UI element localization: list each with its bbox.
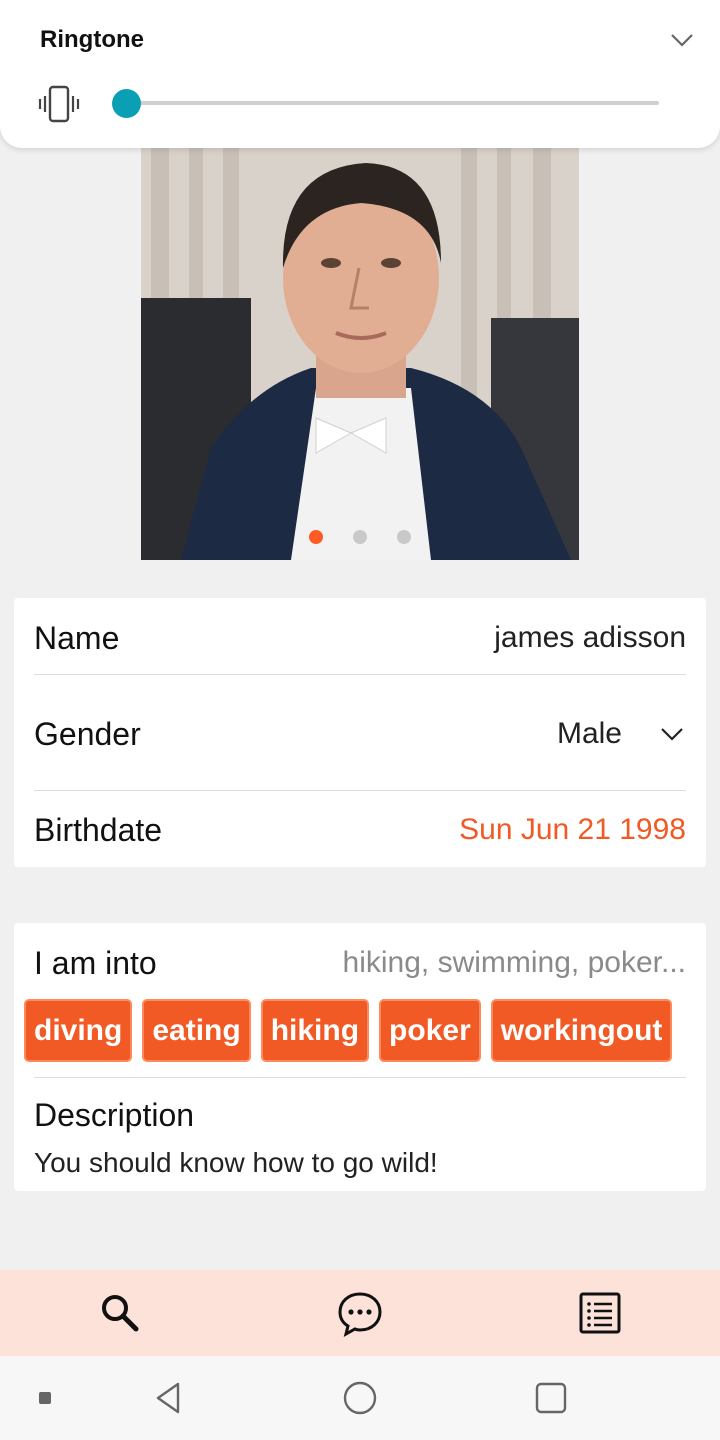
name-value[interactable]: james adisson [494, 621, 686, 655]
bottom-navigation [0, 1270, 720, 1356]
volume-slider-thumb[interactable] [112, 89, 141, 118]
chat-icon [338, 1292, 382, 1337]
list-icon [579, 1292, 621, 1334]
search-icon [102, 1295, 139, 1332]
home-button[interactable] [340, 1378, 380, 1418]
back-icon [156, 1382, 180, 1414]
volume-panel: Ringtone [0, 0, 720, 148]
interest-tag[interactable]: workingout [490, 999, 673, 1062]
vibrate-icon[interactable] [38, 83, 80, 125]
divider [34, 790, 686, 791]
birthdate-value[interactable]: Sun Jun 21 1998 [459, 813, 686, 847]
carousel-indicator [141, 530, 579, 544]
birthdate-row[interactable]: Birthdate Sun Jun 21 1998 [34, 808, 686, 852]
interest-tag[interactable]: eating [142, 999, 251, 1062]
volume-slider-track[interactable] [127, 101, 659, 105]
carousel-dot-1[interactable] [309, 530, 323, 544]
menu-dot-button[interactable] [25, 1378, 65, 1418]
description-text[interactable]: You should know how to go wild! [34, 1147, 438, 1179]
recents-button[interactable] [531, 1378, 571, 1418]
description-label: Description [34, 1097, 195, 1133]
interest-tag[interactable]: diving [24, 999, 133, 1062]
birthdate-label: Birthdate [34, 811, 163, 848]
chevron-down-icon[interactable] [658, 720, 686, 748]
gender-select[interactable]: Male [557, 717, 622, 751]
interests-summary[interactable]: hiking, swimming, poker... [343, 946, 686, 980]
divider [34, 1077, 686, 1078]
profile-screen: Ringtone Name james adisson Gender Male … [0, 0, 720, 1440]
name-label: Name [34, 619, 120, 656]
search-button[interactable] [90, 1283, 150, 1343]
home-icon [343, 1381, 377, 1415]
chevron-down-icon[interactable] [668, 26, 696, 54]
recents-icon [535, 1382, 567, 1414]
system-navigation-bar [0, 1356, 720, 1440]
chat-button[interactable] [330, 1283, 390, 1343]
interests-label: I am into [34, 944, 157, 981]
interests-card: I am into hiking, swimming, poker... div… [14, 923, 706, 1191]
volume-title: Ringtone [40, 26, 144, 53]
list-button[interactable] [570, 1283, 630, 1343]
carousel-dot-3[interactable] [397, 530, 411, 544]
interest-tag[interactable]: hiking [260, 999, 370, 1062]
portrait-photo [141, 148, 579, 560]
gender-row[interactable]: Gender Male [34, 712, 686, 756]
basic-info-card: Name james adisson Gender Male Birthdate… [14, 598, 706, 867]
gender-label: Gender [34, 715, 141, 752]
divider [34, 674, 686, 675]
interest-tags: diving eating hiking poker workingout [24, 999, 673, 1062]
menu-dot-icon [39, 1392, 51, 1404]
profile-photo[interactable] [141, 148, 579, 560]
interest-tag[interactable]: poker [379, 999, 481, 1062]
carousel-dot-2[interactable] [353, 530, 367, 544]
back-button[interactable] [148, 1378, 188, 1418]
interests-row[interactable]: I am into hiking, swimming, poker... [34, 941, 686, 985]
name-row[interactable]: Name james adisson [34, 616, 686, 660]
